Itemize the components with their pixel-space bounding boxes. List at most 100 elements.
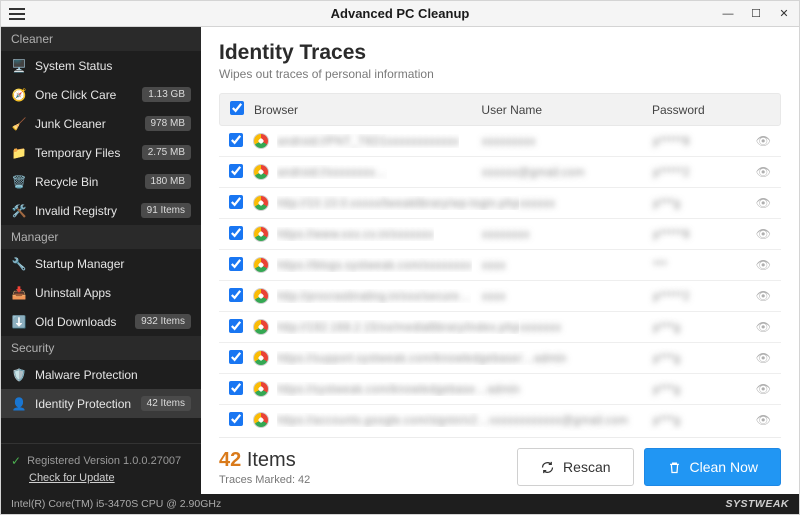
chrome-icon xyxy=(253,412,269,428)
pass-text: p***g xyxy=(653,320,680,334)
sidebar-item-icon: 📁 xyxy=(11,145,27,161)
user-text: xxxxxx xyxy=(519,196,555,210)
brand-name: SYSTWEAK xyxy=(725,498,789,510)
eye-icon[interactable]: 👁 xyxy=(756,382,771,396)
site-text: android://xxxxxxxx… xyxy=(277,165,387,179)
sidebar-item-old-downloads[interactable]: ⬇️ Old Downloads 932 Items xyxy=(1,307,201,336)
sidebar-item-icon: 🔧 xyxy=(11,256,27,272)
sidebar-item-label: System Status xyxy=(35,59,112,73)
eye-icon[interactable]: 👁 xyxy=(756,413,771,427)
table-row[interactable]: https://accounts.google.com/signin/v2… x… xyxy=(219,405,781,431)
select-all-checkbox[interactable] xyxy=(230,101,244,115)
sidebar-item-temporary-files[interactable]: 📁Temporary Files2.75 MB xyxy=(1,138,201,167)
sidebar-section-header: Manager xyxy=(1,225,201,249)
table-row[interactable]: android://xxxxxxxx… xxxxxx@gmail.com p**… xyxy=(219,157,781,188)
sidebar-item-icon: 🖥️ xyxy=(11,58,27,74)
sidebar: Cleaner🖥️System Status🧭One Click Care1.1… xyxy=(1,27,201,494)
site-text: http://procrastinating.in/xxx/secure… xyxy=(277,289,471,303)
close-button[interactable]: ✕ xyxy=(773,5,795,23)
sidebar-item-label: One Click Care xyxy=(35,88,116,102)
table-row[interactable]: http://192.168.2.15/xx/mediallibrary/ind… xyxy=(219,312,781,343)
table-row[interactable]: https://www.xxx.co.in/xxxxxxx xxxxxxxx p… xyxy=(219,219,781,250)
sidebar-item-icon: 📥 xyxy=(11,285,27,301)
sidebar-item-label: Recycle Bin xyxy=(35,175,98,189)
chrome-icon xyxy=(253,133,269,149)
sidebar-item-system-status[interactable]: 🖥️ System Status xyxy=(1,51,201,80)
app-title: Advanced PC Cleanup xyxy=(0,6,800,21)
row-checkbox[interactable] xyxy=(229,350,243,364)
menu-button[interactable] xyxy=(5,4,29,24)
row-checkbox[interactable] xyxy=(229,257,243,271)
user-text: xxxxxxxxxxxx@gmail.com xyxy=(489,413,628,427)
row-checkbox[interactable] xyxy=(229,195,243,209)
action-bar: 42 Items Traces Marked: 42 Rescan Clean … xyxy=(219,437,781,486)
user-text: admin xyxy=(534,351,567,365)
eye-icon[interactable]: 👁 xyxy=(756,165,771,179)
chrome-icon xyxy=(253,319,269,335)
row-checkbox[interactable] xyxy=(229,381,243,395)
sidebar-item-label: Startup Manager xyxy=(35,257,124,271)
eye-icon[interactable]: 👁 xyxy=(756,227,771,241)
minimize-button[interactable]: — xyxy=(717,5,739,23)
chrome-icon xyxy=(253,195,269,211)
sidebar-item-label: Invalid Registry xyxy=(35,204,117,218)
eye-icon[interactable]: 👁 xyxy=(756,320,771,334)
column-browser: Browser xyxy=(254,103,481,117)
row-checkbox[interactable] xyxy=(229,288,243,302)
table-row[interactable]: http://10.10.0.xxxxx/tweaklibrary/wp-log… xyxy=(219,188,781,219)
table-row[interactable]: android://PNT_T6D1xxxxxxxxxxxx xxxxxxxxx… xyxy=(219,126,781,157)
sidebar-item-malware-protection[interactable]: 🛡️Malware Protection xyxy=(1,360,201,389)
eye-icon[interactable]: 👁 xyxy=(756,351,771,365)
sidebar-item-label: Old Downloads xyxy=(35,315,116,329)
row-checkbox[interactable] xyxy=(229,226,243,240)
table-row[interactable]: https://support.systweak.com/knowledgeba… xyxy=(219,343,781,374)
sidebar-item-one-click-care[interactable]: 🧭 One Click Care 1.13 GB xyxy=(1,80,201,109)
row-checkbox[interactable] xyxy=(229,412,243,426)
titlebar: Advanced PC Cleanup — ☐ ✕ xyxy=(1,1,799,27)
sidebar-item-icon: 🗑️ xyxy=(11,174,27,190)
table-row[interactable]: http://procrastinating.in/xxx/secure… xx… xyxy=(219,281,781,312)
maximize-button[interactable]: ☐ xyxy=(745,5,767,23)
site-text: http://10.10.0.xxxxx/tweaklibrary/wp-log… xyxy=(277,196,519,210)
sidebar-item-invalid-registry[interactable]: 🛠️Invalid Registry91 Items xyxy=(1,196,201,225)
eye-icon[interactable]: 👁 xyxy=(756,258,771,272)
user-text: admin xyxy=(487,382,520,396)
table-row[interactable]: https://systweak.com/knowledgebase… admi… xyxy=(219,374,781,405)
pass-text: p***g xyxy=(653,413,680,427)
chrome-icon xyxy=(253,381,269,397)
site-text: android://PNT_T6D1xxxxxxxxxxxx xyxy=(277,134,459,148)
sidebar-item-identity-protection[interactable]: 👤Identity Protection42 Items xyxy=(1,389,201,418)
statusbar: Intel(R) Core(TM) i5-3470S CPU @ 2.90GHz… xyxy=(1,494,799,514)
site-text: http://192.168.2.15/xx/mediallibrary/ind… xyxy=(277,320,519,334)
sidebar-item-icon: 👤 xyxy=(11,396,27,412)
eye-icon[interactable]: 👁 xyxy=(756,196,771,210)
rescan-button[interactable]: Rescan xyxy=(517,448,633,486)
pass-text: p*****2 xyxy=(653,289,690,303)
row-checkbox[interactable] xyxy=(229,133,243,147)
table-body: android://PNT_T6D1xxxxxxxxxxxx xxxxxxxxx… xyxy=(219,126,781,431)
content: Identity Traces Wipes out traces of pers… xyxy=(201,27,799,494)
clean-now-button[interactable]: Clean Now xyxy=(644,448,781,486)
sidebar-badge: 932 Items xyxy=(135,314,191,329)
sidebar-badge: 1.13 GB xyxy=(142,87,191,102)
sidebar-item-uninstall-apps[interactable]: 📥Uninstall Apps xyxy=(1,278,201,307)
check-update-link[interactable]: Check for Update xyxy=(29,472,115,484)
sidebar-item-junk-cleaner[interactable]: 🧹Junk Cleaner978 MB xyxy=(1,109,201,138)
eye-icon[interactable]: 👁 xyxy=(756,289,771,303)
page-title: Identity Traces xyxy=(219,41,781,65)
sidebar-badge: 978 MB xyxy=(145,116,191,131)
row-checkbox[interactable] xyxy=(229,319,243,333)
sidebar-item-icon: ⬇️ xyxy=(11,314,27,330)
column-password: Password xyxy=(652,103,742,117)
sidebar-item-startup-manager[interactable]: 🔧 Startup Manager xyxy=(1,249,201,278)
user-text: xxxx xyxy=(482,289,506,303)
row-checkbox[interactable] xyxy=(229,164,243,178)
eye-icon[interactable]: 👁 xyxy=(756,134,771,148)
sidebar-item-label: Identity Protection xyxy=(35,397,131,411)
sidebar-item-icon: 🧭 xyxy=(11,87,27,103)
table-row[interactable]: https://blogs.systweak.com/xxxxxxxx xxxx… xyxy=(219,250,781,281)
user-text: xxxxxxxxx xyxy=(482,134,536,148)
sidebar-item-icon: 🛠️ xyxy=(11,203,27,219)
sidebar-item-recycle-bin[interactable]: 🗑️Recycle Bin180 MB xyxy=(1,167,201,196)
chrome-icon xyxy=(253,226,269,242)
